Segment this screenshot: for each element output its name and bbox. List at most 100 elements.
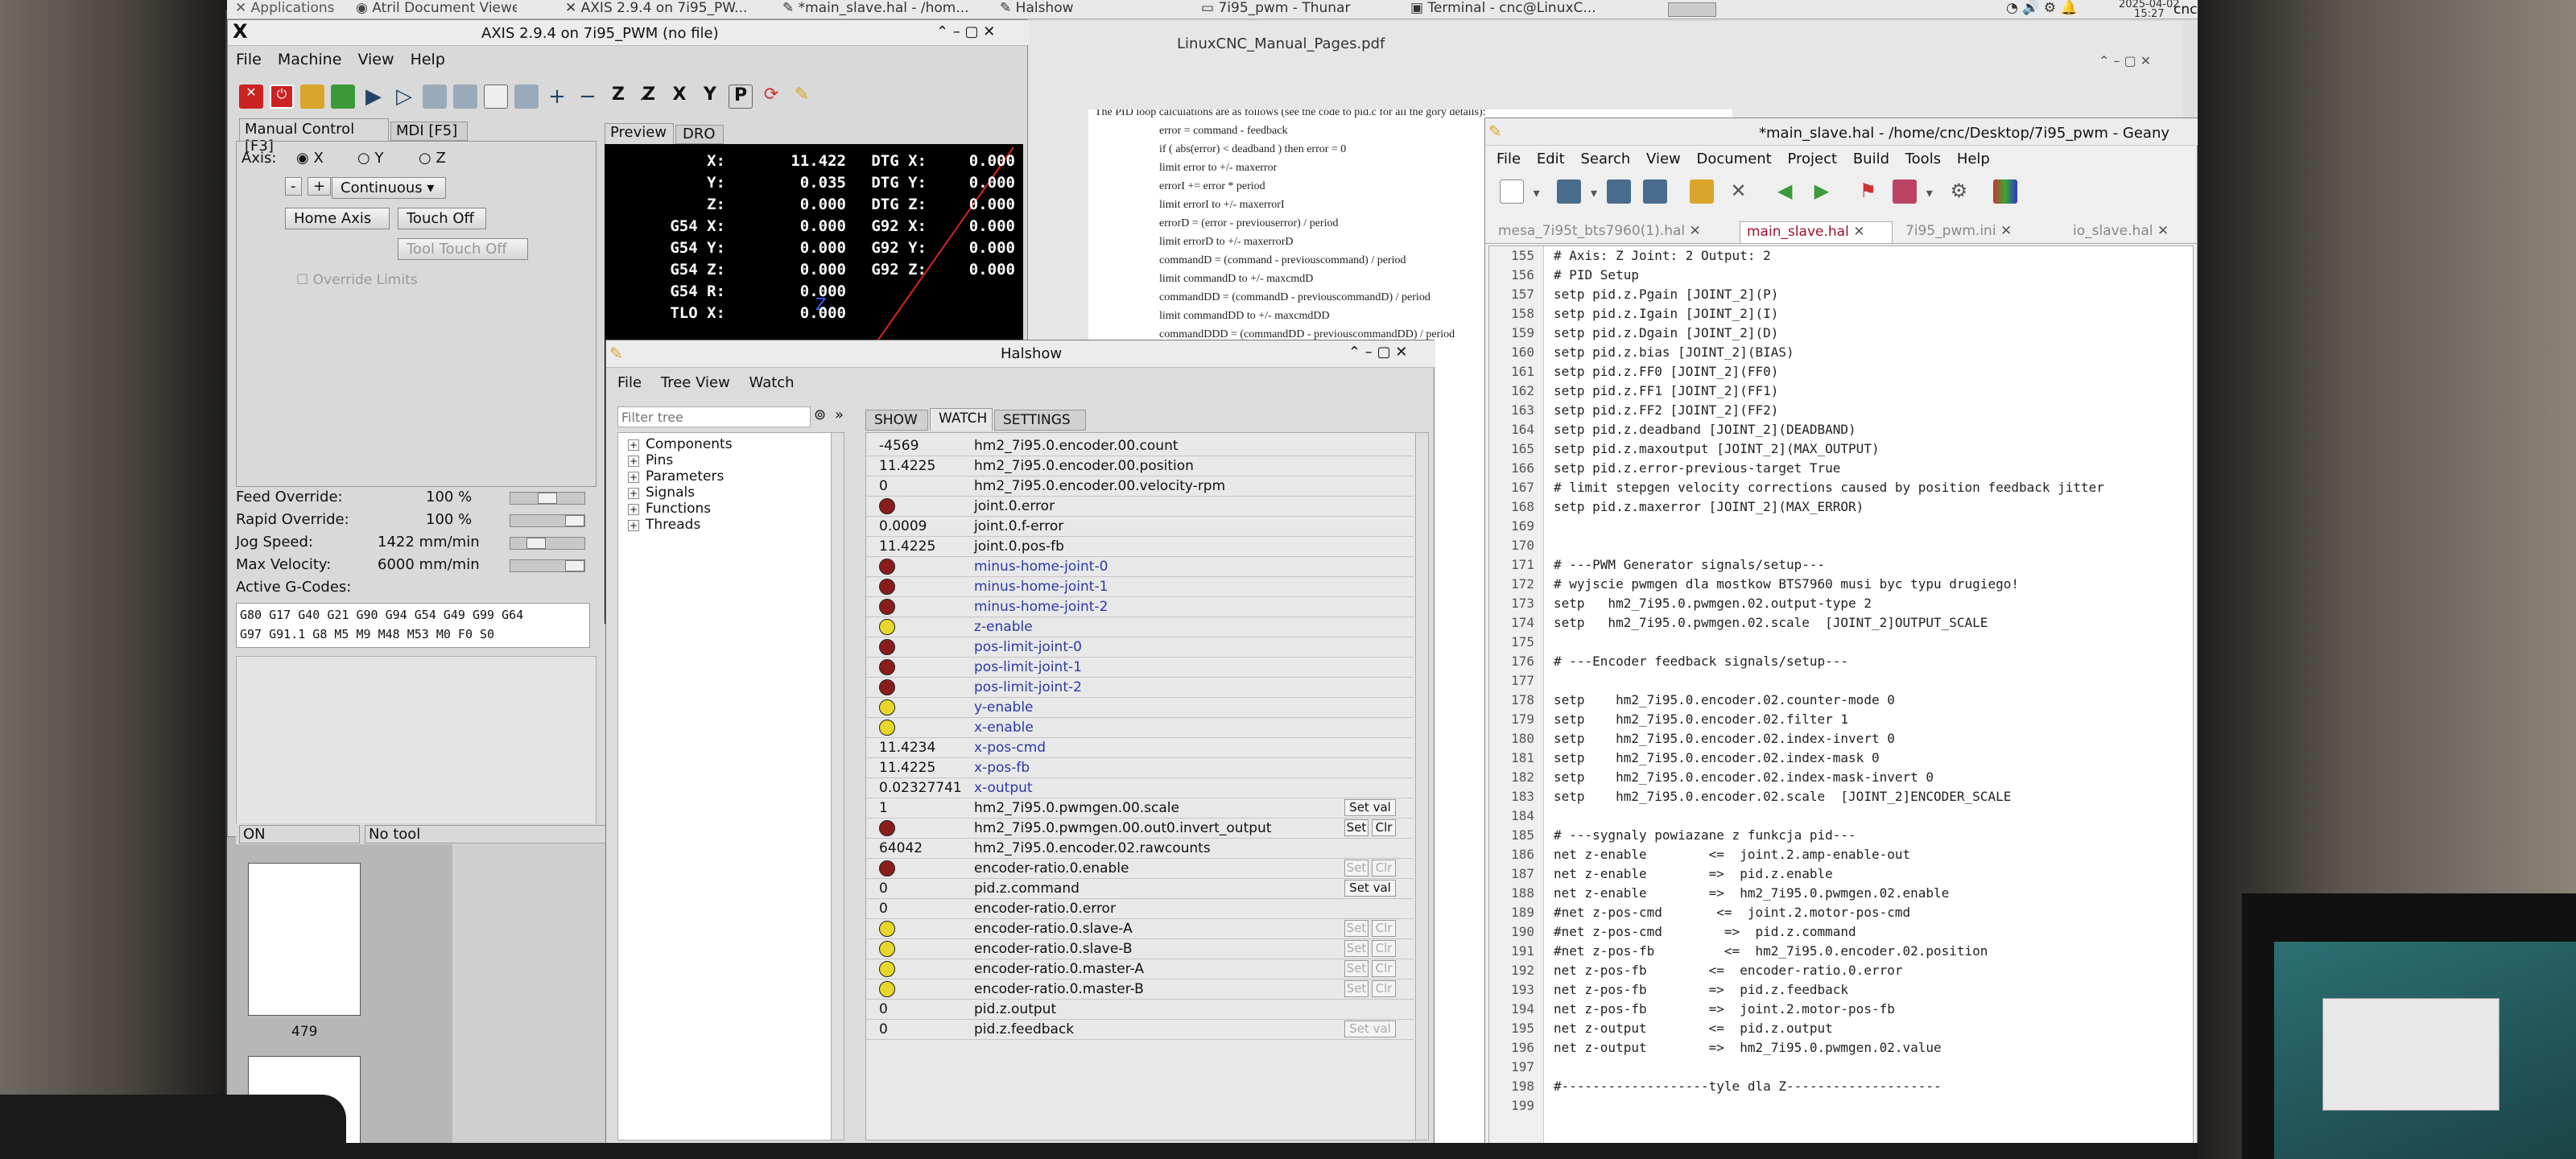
pdf-window-controls[interactable]: ⌃ – ▢ ✕ <box>2099 53 2151 68</box>
revert-icon[interactable] <box>1689 179 1714 204</box>
tab-dro[interactable]: DRO <box>675 125 724 144</box>
save-all-icon[interactable] <box>1643 179 1668 204</box>
view-p-icon[interactable]: P <box>729 85 753 109</box>
run-icon[interactable]: ▶ <box>361 85 386 109</box>
set-button[interactable]: Set <box>1344 940 1368 957</box>
geany-menu-help[interactable]: Help <box>1957 151 1990 167</box>
set-button[interactable]: Set <box>1344 920 1368 937</box>
tree-node[interactable]: + Components <box>621 436 844 452</box>
power-icon[interactable]: ⏻ <box>270 85 294 109</box>
set-button[interactable]: Set <box>1344 960 1368 977</box>
clear-button[interactable]: Clr <box>1372 860 1396 876</box>
tree-node[interactable]: + Pins <box>621 452 844 468</box>
menu-machine[interactable]: Machine <box>278 51 342 68</box>
close-icon[interactable]: ✕ <box>1690 223 1701 239</box>
zoom-in-icon[interactable]: + <box>545 85 569 109</box>
optional-stop-icon[interactable] <box>514 85 539 109</box>
tree-node[interactable]: + Parameters <box>621 468 844 485</box>
home-axis-button[interactable]: Home Axis <box>285 208 390 229</box>
expand-icon[interactable]: + <box>628 439 639 451</box>
feed-override-slider[interactable] <box>510 492 585 505</box>
close-icon[interactable]: ✕ <box>2000 223 2012 239</box>
geany-menu-file[interactable]: File <box>1496 151 1521 167</box>
save-icon[interactable] <box>1606 179 1631 204</box>
compile-icon[interactable]: ⚑ <box>1856 179 1880 204</box>
pdf-thumbnail[interactable] <box>248 863 361 1016</box>
override-limits-checkbox[interactable]: ☐ Override Limits <box>296 272 418 288</box>
watch-item-name[interactable]: y-enable <box>974 698 1034 717</box>
jog-plus-button[interactable]: + <box>308 177 332 196</box>
forward-icon[interactable]: ▶ <box>1810 179 1834 204</box>
expand-icon[interactable]: + <box>628 520 639 531</box>
filter-options-icon[interactable]: ⊚ <box>814 406 826 423</box>
watch-item-name[interactable]: x-output <box>974 778 1033 798</box>
view-z-icon[interactable]: Z <box>606 85 630 109</box>
build-icon[interactable] <box>1893 179 1918 204</box>
tab-show[interactable]: SHOW <box>865 410 928 431</box>
geany-menu-tools[interactable]: Tools <box>1905 151 1941 167</box>
stop-icon[interactable] <box>453 85 477 109</box>
watch-scrollbar[interactable] <box>1415 433 1428 1140</box>
block-delete-icon[interactable] <box>484 85 508 109</box>
jog-minus-button[interactable]: - <box>285 177 302 196</box>
task-thunar[interactable]: ▭ 7i95_pwm - Thunar <box>1201 0 1386 16</box>
task-geany[interactable]: ✎ *main_slave.hal - /hom... <box>782 0 984 16</box>
tab-preview[interactable]: Preview <box>605 123 674 144</box>
watch-item-name[interactable]: z-enable <box>974 617 1033 637</box>
view-z2-icon[interactable]: Z̸ <box>637 85 661 109</box>
watch-item-name[interactable]: minus-home-joint-2 <box>974 597 1108 617</box>
dropdown-icon[interactable]: ▾ <box>1926 185 1933 200</box>
halshow-menu-watch[interactable]: Watch <box>749 374 795 391</box>
task-terminal[interactable]: ▣ Terminal - cnc@LinuxC... <box>1410 0 1612 16</box>
view-y-icon[interactable]: Y <box>698 85 722 109</box>
pause-icon[interactable] <box>423 85 447 109</box>
halshow-menu-tree-view[interactable]: Tree View <box>661 374 730 391</box>
menu-help[interactable]: Help <box>411 51 445 68</box>
open-file-icon[interactable] <box>300 85 324 109</box>
tree-node[interactable]: + Signals <box>621 485 844 501</box>
geany-menu-build[interactable]: Build <box>1853 151 1889 167</box>
rapid-override-slider[interactable] <box>510 514 585 527</box>
jog-speed-slider[interactable] <box>510 537 585 550</box>
menu-file[interactable]: File <box>236 51 262 68</box>
clear-button[interactable]: Clr <box>1372 940 1396 957</box>
applications-menu[interactable]: ✕ Applications <box>235 0 335 16</box>
tree-node[interactable]: + Functions <box>621 501 844 517</box>
expand-icon[interactable]: + <box>628 472 639 483</box>
execute-icon[interactable]: ⚙ <box>1946 179 1971 204</box>
menu-view[interactable]: View <box>357 51 394 68</box>
tree-scrollbar[interactable] <box>831 433 844 1140</box>
watch-item-name[interactable]: x-pos-cmd <box>974 738 1046 757</box>
axis-radio-y[interactable]: ○ Y <box>357 150 383 167</box>
collapse-tree-icon[interactable]: » <box>835 406 844 423</box>
axis-window-controls[interactable]: ⌃ – ▢ ✕ <box>936 23 995 40</box>
geany-menu-view[interactable]: View <box>1646 151 1681 167</box>
watch-item-name[interactable]: pos-limit-joint-0 <box>974 637 1082 657</box>
set-value-button[interactable]: Set val <box>1344 799 1396 816</box>
set-button[interactable]: Set <box>1344 860 1368 876</box>
task-atril[interactable]: ◉ Atril Document Viewer <box>356 0 517 16</box>
geany-tab[interactable]: io_slave.hal ✕ <box>2066 221 2195 243</box>
dropdown-icon[interactable]: ▾ <box>1591 185 1597 200</box>
zoom-out-icon[interactable]: − <box>576 85 600 109</box>
geany-menu-document[interactable]: Document <box>1696 151 1771 167</box>
jog-speed-slider-thumb[interactable] <box>526 538 546 549</box>
max-velocity-slider[interactable] <box>510 559 585 572</box>
set-button[interactable]: Set <box>1344 819 1368 836</box>
axis-radio-x[interactable]: ◉ X <box>296 150 324 167</box>
clear-button[interactable]: Clr <box>1372 920 1396 937</box>
tab-watch[interactable]: WATCH <box>930 408 993 431</box>
close-file-icon[interactable]: ✕ <box>1727 179 1751 204</box>
geany-menu-project[interactable]: Project <box>1787 151 1837 167</box>
task-axis[interactable]: ✕ AXIS 2.9.4 on 7i95_PW... <box>565 0 750 16</box>
color-chooser-icon[interactable] <box>1993 179 2018 204</box>
geany-tab[interactable]: 7i95_pwm.ini ✕ <box>1899 221 2060 243</box>
close-icon[interactable]: ✕ <box>2157 223 2169 239</box>
clear-button[interactable]: Clr <box>1372 980 1396 997</box>
workspace-switcher[interactable] <box>1668 2 1716 17</box>
clear-plot-icon[interactable]: ✎ <box>790 85 814 109</box>
estop-icon[interactable]: ✕ <box>239 85 263 109</box>
halshow-window-controls[interactable]: ⌃ – ▢ ✕ <box>1348 344 1407 361</box>
expand-icon[interactable]: + <box>628 456 639 467</box>
watch-item-name[interactable]: pos-limit-joint-1 <box>974 658 1082 677</box>
